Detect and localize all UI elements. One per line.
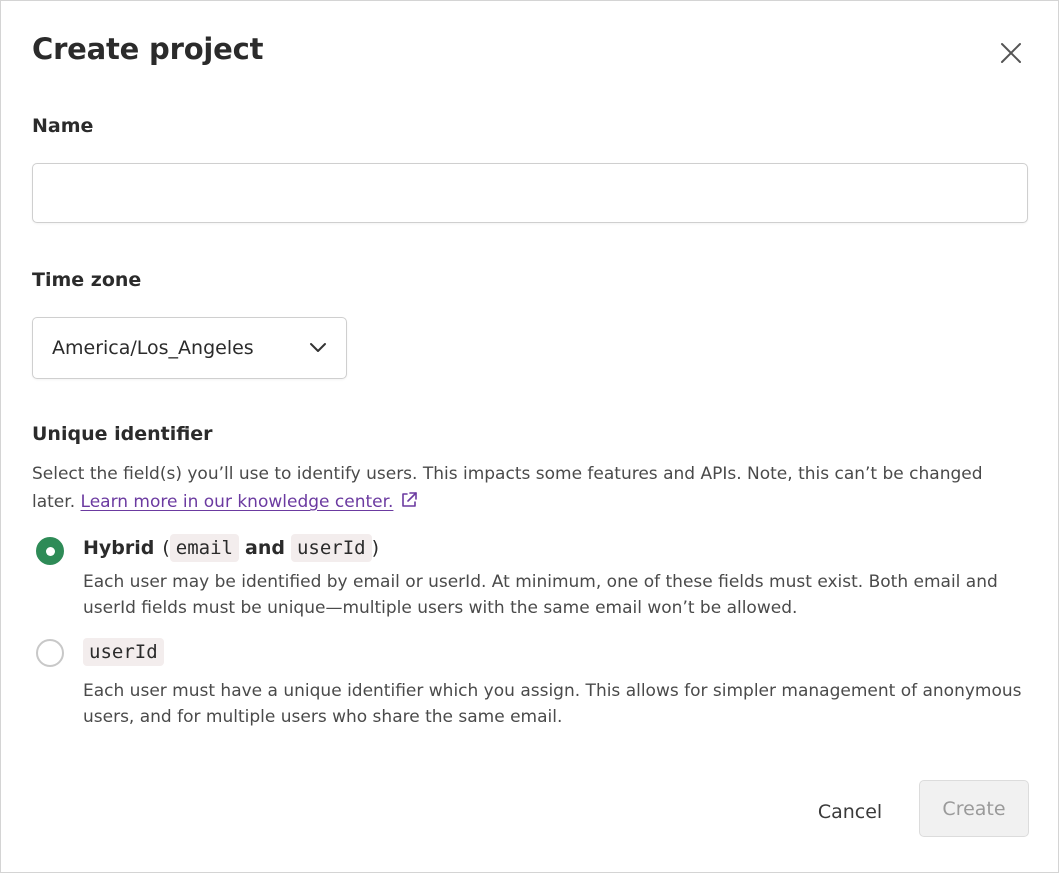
knowledge-center-link[interactable]: Learn more in our knowledge center. bbox=[81, 492, 394, 512]
close-paren: ) bbox=[371, 537, 380, 559]
radio-selected-dot bbox=[45, 546, 55, 556]
option-hybrid-description: Each user may be identified by email or … bbox=[83, 572, 998, 618]
timezone-select[interactable]: America/Los_Angeles bbox=[32, 317, 347, 379]
code-userid: userId bbox=[290, 534, 372, 562]
open-paren: ( bbox=[162, 537, 170, 559]
create-project-dialog: Create project Name Time zone America/Lo… bbox=[0, 0, 1059, 873]
radio-hybrid[interactable] bbox=[36, 537, 64, 565]
option-hybrid-title: Hybrid ( email and userId ) bbox=[83, 531, 379, 565]
code-email: email bbox=[169, 534, 239, 562]
chevron-down-icon bbox=[310, 343, 326, 352]
option-userid-description: Each user must have a unique identifier … bbox=[83, 681, 1022, 727]
name-input[interactable] bbox=[32, 163, 1028, 223]
option-userid-title: userId bbox=[83, 635, 164, 669]
timezone-selected-value: America/Los_Angeles bbox=[52, 337, 254, 359]
close-icon bbox=[1001, 43, 1021, 63]
close-button[interactable] bbox=[995, 37, 1027, 69]
cancel-button[interactable]: Cancel bbox=[801, 791, 899, 833]
radio-userid[interactable] bbox=[36, 639, 64, 667]
external-link-icon bbox=[402, 492, 418, 507]
unique-identifier-label: Unique identifier bbox=[32, 423, 213, 445]
dialog-title: Create project bbox=[32, 32, 264, 66]
create-button[interactable]: Create bbox=[919, 780, 1029, 837]
option-hybrid-connector: and bbox=[245, 537, 285, 559]
unique-identifier-description: Select the field(s) you’ll use to identi… bbox=[32, 460, 1022, 516]
name-label: Name bbox=[32, 115, 94, 137]
option-hybrid-label: Hybrid bbox=[83, 537, 155, 559]
code-userid-option: userId bbox=[83, 638, 164, 666]
timezone-label: Time zone bbox=[32, 269, 142, 291]
